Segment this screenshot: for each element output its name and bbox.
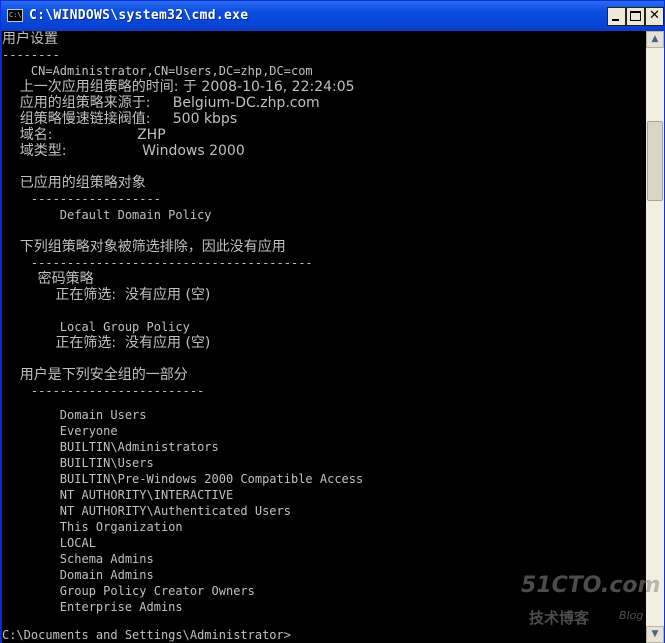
console-line: ------------------ <box>2 192 161 206</box>
console-line: 已应用的组策略对象 <box>2 175 146 191</box>
console-line: 域类型: Windows 2000 <box>2 143 245 159</box>
scroll-up-button[interactable]: ▲ <box>646 31 664 48</box>
console-line: BUILTIN\Administrators <box>2 440 219 454</box>
console-line: This Organization <box>2 520 183 534</box>
console-line: 正在筛选: 没有应用 (空) <box>2 287 211 303</box>
console-line: 用户设置 <box>2 31 58 47</box>
console-line: BUILTIN\Pre-Windows 2000 Compatible Acce… <box>2 472 364 486</box>
command-prompt[interactable]: C:\Documents and Settings\Administrator> <box>2 627 291 643</box>
minimize-icon <box>612 19 619 21</box>
console-line: Domain Users <box>2 408 147 422</box>
arrow-up-icon: ▲ <box>651 34 659 44</box>
window-title: C:\WINDOWS\system32\cmd.exe <box>29 8 249 23</box>
console-line: -------- <box>2 48 60 62</box>
console-line: 下列组策略对象被筛选排除，因此没有应用 <box>2 239 286 255</box>
minimize-button[interactable] <box>607 7 626 26</box>
scrollbar-thumb[interactable] <box>647 121 663 201</box>
console-line: LOCAL <box>2 536 96 550</box>
console-line: Domain Admins <box>2 568 154 582</box>
console-line: 域名: ZHP <box>2 127 166 143</box>
console-line: Schema Admins <box>2 552 154 566</box>
close-icon: ✕ <box>649 8 660 23</box>
arrow-down-icon: ▼ <box>651 629 659 639</box>
maximize-icon <box>630 11 641 21</box>
console-line: 密码策略 <box>2 271 94 287</box>
console-line: Enterprise Admins <box>2 600 183 614</box>
console-line: 组策略慢速链接阀值: 500 kbps <box>2 111 238 127</box>
vertical-scrollbar[interactable]: ▲ ▼ <box>646 31 664 643</box>
console-line: 正在筛选: 没有应用 (空) <box>2 335 211 351</box>
console-line: ------------------------ <box>2 384 205 398</box>
console-line: Default Domain Policy <box>2 208 212 222</box>
console-line: Local Group Policy <box>2 320 190 334</box>
title-bar[interactable]: C:\ C:\WINDOWS\system32\cmd.exe ✕ <box>1 1 664 31</box>
console-line: Group Policy Creator Owners <box>2 584 255 598</box>
cmd-window: C:\ C:\WINDOWS\system32\cmd.exe ✕ 用户设置 -… <box>0 0 665 643</box>
scroll-down-button[interactable]: ▼ <box>646 626 664 643</box>
console-line: Everyone <box>2 424 118 438</box>
console-line: 应用的组策略来源于: Belgium-DC.zhp.com <box>2 95 320 111</box>
console-line: 上一次应用组策略的时间: 于 2008-10-16, 22:24:05 <box>2 79 355 95</box>
console-line: NT AUTHORITY\INTERACTIVE <box>2 488 234 502</box>
close-button[interactable]: ✕ <box>645 7 664 26</box>
console-line: CN=Administrator,CN=Users,DC=zhp,DC=com <box>2 64 313 78</box>
console-line: --------------------------------------- <box>2 256 313 270</box>
console-line: NT AUTHORITY\Authenticated Users <box>2 504 291 518</box>
console-output[interactable]: 用户设置 -------- CN=Administrator,CN=Users,… <box>2 31 646 643</box>
cmd-app-icon[interactable]: C:\ <box>7 9 23 22</box>
console-line: BUILTIN\Users <box>2 456 154 470</box>
maximize-button[interactable] <box>626 7 645 26</box>
console-line: 用户是下列安全组的一部分 <box>2 367 188 383</box>
